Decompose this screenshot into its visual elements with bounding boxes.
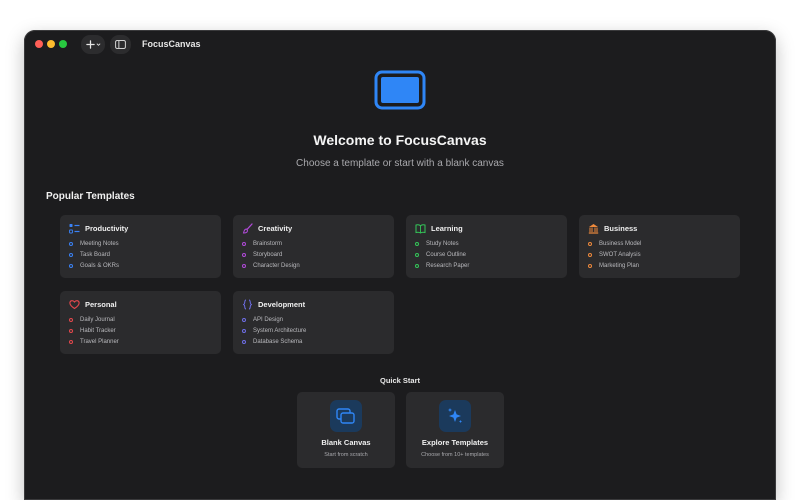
template-item[interactable]: Research Paper	[415, 261, 469, 270]
template-item[interactable]: Character Design	[242, 261, 300, 270]
template-item-label: Character Design	[253, 262, 300, 269]
book-icon	[415, 224, 426, 234]
bullet-icon	[242, 328, 246, 333]
template-card-learning[interactable]: Learning Study Notes Course Outline Rese…	[406, 215, 567, 278]
bullet-icon	[69, 252, 73, 257]
explore-templates-icon-tile	[439, 400, 471, 432]
template-item[interactable]: Daily Journal	[69, 315, 115, 324]
chevron-down-icon	[96, 43, 100, 46]
title-bar: FocusCanvas	[24, 30, 776, 60]
bullet-icon	[69, 317, 73, 322]
template-item-label: Business Model	[599, 240, 642, 247]
explore-templates-label: Explore Templates	[421, 438, 489, 447]
bullet-icon	[415, 263, 419, 268]
quick-start-heading: Quick Start	[379, 376, 420, 385]
building-icon	[588, 224, 599, 234]
template-card-title: Development	[258, 300, 306, 309]
sparkles-icon	[448, 408, 462, 423]
template-item-label: Study Notes	[426, 240, 459, 247]
bullet-icon	[415, 241, 419, 246]
template-item[interactable]: Course Outline	[415, 250, 466, 259]
template-item-label: Database Schema	[253, 338, 303, 345]
template-item-label: Marketing Plan	[599, 262, 640, 269]
template-item-label: System Architecture	[253, 327, 307, 334]
template-card-title: Learning	[431, 224, 463, 233]
bullet-icon	[588, 241, 592, 246]
template-item[interactable]: Brainstorm	[242, 239, 282, 248]
template-item[interactable]: Habit Tracker	[69, 326, 116, 335]
template-card-title: Creativity	[258, 224, 293, 233]
bullet-icon	[69, 328, 73, 333]
template-item-label: Meeting Notes	[80, 240, 119, 247]
template-item-label: Daily Journal	[80, 316, 115, 323]
bullet-icon	[242, 339, 246, 344]
template-item-label: API Design	[253, 316, 284, 323]
new-canvas-menu-button[interactable]	[81, 35, 105, 54]
template-card-title: Personal	[85, 300, 117, 309]
template-item[interactable]: SWOT Analysis	[588, 250, 641, 259]
template-item[interactable]: API Design	[242, 315, 283, 324]
template-item[interactable]: Study Notes	[415, 239, 459, 248]
heart-icon	[69, 300, 80, 310]
template-item-label: Course Outline	[426, 251, 467, 258]
template-item[interactable]: Business Model	[588, 239, 641, 248]
blank-canvas-subtitle: Start from scratch	[324, 452, 368, 458]
template-card-development[interactable]: Development API Design System Architectu…	[233, 291, 394, 354]
template-card-title: Business	[604, 224, 638, 233]
template-item-label: Goals & OKRs	[80, 262, 120, 269]
bullet-icon	[588, 252, 592, 257]
bullet-icon	[69, 339, 73, 344]
template-item[interactable]: Task Board	[69, 250, 110, 259]
template-item-label: Travel Planner	[80, 338, 119, 345]
welcome-subtitle: Choose a template or start with a blank …	[296, 158, 504, 169]
app-window: FocusCanvas Welcome to FocusCanvas Choos…	[24, 30, 776, 500]
template-item-label: Storyboard	[253, 251, 283, 258]
blank-canvas-label: Blank Canvas	[321, 438, 371, 447]
template-item-label: Brainstorm	[253, 240, 283, 247]
close-window-button[interactable]	[35, 40, 43, 48]
template-card-creativity[interactable]: Creativity Brainstorm Storyboard Charact…	[233, 215, 394, 278]
paintbrush-icon	[242, 223, 253, 234]
bullet-icon	[69, 241, 73, 246]
template-item[interactable]: Marketing Plan	[588, 261, 639, 270]
template-item-label: Research Paper	[426, 262, 470, 269]
template-item[interactable]: Meeting Notes	[69, 239, 119, 248]
app-title: FocusCanvas	[142, 39, 201, 49]
bullet-icon	[415, 252, 419, 257]
curly-braces-icon	[243, 299, 252, 310]
popular-templates-heading: Popular Templates	[46, 191, 135, 202]
zoom-window-button[interactable]	[59, 40, 67, 48]
template-item-label: SWOT Analysis	[599, 251, 641, 258]
canvas-logo-icon	[374, 70, 426, 110]
template-item[interactable]: Storyboard	[242, 250, 282, 259]
sidebar-icon	[115, 40, 126, 49]
template-item-label: Habit Tracker	[80, 327, 116, 334]
template-item-label: Task Board	[80, 251, 111, 258]
explore-templates-button[interactable]: Explore Templates Choose from 10+ templa…	[406, 392, 504, 468]
bullet-icon	[69, 263, 73, 268]
template-item[interactable]: Travel Planner	[69, 337, 119, 346]
bullet-icon	[242, 317, 246, 322]
explore-templates-subtitle: Choose from 10+ templates	[421, 452, 489, 458]
bullet-icon	[588, 263, 592, 268]
template-item[interactable]: Goals & OKRs	[69, 261, 119, 270]
checklist-icon	[69, 224, 80, 234]
bullet-icon	[242, 241, 246, 246]
template-card-productivity[interactable]: Productivity Meeting Notes Task Board Go…	[60, 215, 221, 278]
toggle-sidebar-button[interactable]	[110, 35, 131, 54]
template-card-title: Productivity	[85, 224, 129, 233]
bullet-icon	[242, 263, 246, 268]
minimize-window-button[interactable]	[47, 40, 55, 48]
bullet-icon	[242, 252, 246, 257]
blank-canvas-button[interactable]: Blank Canvas Start from scratch	[297, 392, 395, 468]
template-card-business[interactable]: Business Business Model SWOT Analysis Ma…	[579, 215, 740, 278]
welcome-heading: Welcome to FocusCanvas	[313, 132, 487, 148]
template-item[interactable]: Database Schema	[242, 337, 302, 346]
plus-icon	[85, 40, 95, 49]
blank-canvas-icon-tile	[330, 400, 362, 432]
canvas-stack-icon	[336, 408, 355, 424]
template-item[interactable]: System Architecture	[242, 326, 306, 335]
template-card-personal[interactable]: Personal Daily Journal Habit Tracker Tra…	[60, 291, 221, 354]
